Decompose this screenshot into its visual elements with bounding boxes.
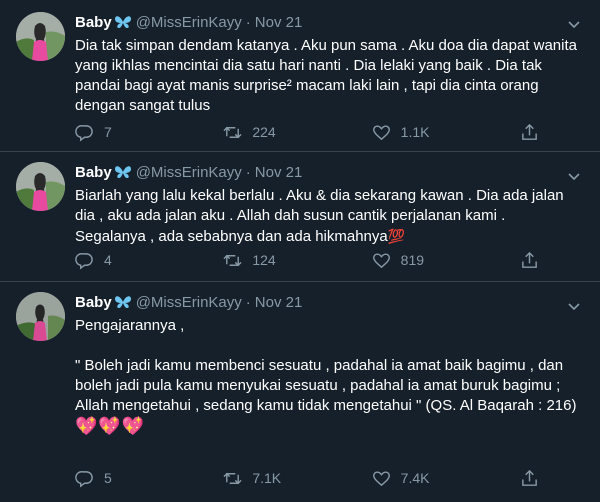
tweet-actions: 5 7.1K 7.4K: [75, 466, 540, 490]
share-icon: [522, 123, 537, 140]
tweet[interactable]: Baby @MissErinKayy · Nov 21 Dia tak simp…: [0, 0, 600, 152]
like-count: 1.1K: [400, 124, 430, 140]
retweet-icon: [223, 126, 242, 138]
tweet-date[interactable]: Nov 21: [255, 14, 303, 31]
butterfly-icon: [114, 14, 132, 30]
reply-button[interactable]: 4: [75, 251, 205, 270]
share-icon: [522, 469, 537, 486]
retweet-icon: [223, 254, 242, 266]
reply-count: 5: [104, 470, 112, 486]
retweet-button[interactable]: 224: [223, 123, 353, 142]
separator-dot: ·: [245, 163, 251, 181]
avatar[interactable]: [16, 162, 65, 211]
reply-icon: [75, 252, 93, 270]
tweet-text-content: Biarlah yang lalu kekal berlalu . Aku & …: [75, 187, 568, 245]
user-handle[interactable]: @MissErinKayy: [136, 14, 242, 31]
hundred-emoji: 💯: [387, 228, 406, 244]
reply-icon: [75, 470, 93, 488]
butterfly-icon: [114, 294, 132, 310]
user-handle[interactable]: @MissErinKayy: [136, 294, 242, 311]
heart-icon: [372, 470, 390, 486]
tweet-date[interactable]: Nov 21: [255, 164, 303, 181]
tweet-actions: 4 124 819: [75, 248, 540, 272]
butterfly-icon: [114, 164, 132, 180]
tweet-text: Pengajarannya , " Boleh jadi kamu memben…: [75, 316, 578, 438]
retweet-count: 224: [252, 124, 276, 140]
display-name[interactable]: Baby: [75, 164, 112, 181]
heart-icon: [372, 252, 390, 268]
reply-button[interactable]: 7: [75, 123, 205, 142]
reply-count: 4: [104, 252, 112, 268]
sparkling-hearts-emoji: 💖💖💖: [75, 416, 146, 436]
tweet-text: Dia tak simpan dendam katanya . Aku pun …: [75, 36, 578, 116]
avatar[interactable]: [16, 12, 65, 61]
reply-count: 7: [104, 124, 112, 140]
retweet-count: 124: [252, 252, 276, 268]
share-button[interactable]: [520, 251, 540, 270]
share-icon: [522, 251, 537, 268]
display-name[interactable]: Baby: [75, 14, 112, 31]
tweet[interactable]: Baby @MissErinKayy · Nov 21 Biarlah yang…: [0, 152, 600, 282]
like-count: 7.4K: [400, 470, 430, 486]
like-button[interactable]: 1.1K: [372, 123, 502, 142]
avatar[interactable]: [16, 292, 65, 341]
reply-button[interactable]: 5: [75, 469, 205, 488]
user-handle[interactable]: @MissErinKayy: [136, 164, 242, 181]
chevron-down-icon[interactable]: [564, 296, 584, 316]
display-name[interactable]: Baby: [75, 294, 112, 311]
chevron-down-icon[interactable]: [564, 14, 584, 34]
reply-icon: [75, 124, 93, 142]
tweet[interactable]: Baby @MissErinKayy · Nov 21 Pengajaranny…: [0, 282, 600, 502]
tweet-date[interactable]: Nov 21: [255, 294, 303, 311]
retweet-button[interactable]: 124: [223, 251, 353, 270]
tweet-header: Baby @MissErinKayy · Nov 21: [75, 12, 578, 32]
separator-dot: ·: [245, 13, 251, 31]
retweet-button[interactable]: 7.1K: [223, 469, 353, 488]
share-button[interactable]: [520, 469, 540, 488]
separator-dot: ·: [245, 293, 251, 311]
share-button[interactable]: [520, 123, 540, 142]
tweet-text-content: Pengajarannya , " Boleh jadi kamu memben…: [75, 317, 577, 414]
retweet-count: 7.1K: [252, 470, 282, 486]
tweet-header: Baby @MissErinKayy · Nov 21: [75, 292, 578, 312]
chevron-down-icon[interactable]: [564, 166, 584, 186]
retweet-icon: [223, 472, 242, 484]
tweet-actions: 7 224 1.1K: [75, 120, 540, 144]
like-button[interactable]: 819: [372, 251, 502, 270]
tweet-header: Baby @MissErinKayy · Nov 21: [75, 162, 578, 182]
tweet-text-content: Dia tak simpan dendam katanya . Aku pun …: [75, 37, 582, 114]
heart-icon: [372, 124, 390, 140]
like-button[interactable]: 7.4K: [372, 469, 502, 488]
timeline: Baby @MissErinKayy · Nov 21 Dia tak simp…: [0, 0, 600, 502]
tweet-text: Biarlah yang lalu kekal berlalu . Aku & …: [75, 186, 578, 247]
like-count: 819: [400, 252, 425, 268]
